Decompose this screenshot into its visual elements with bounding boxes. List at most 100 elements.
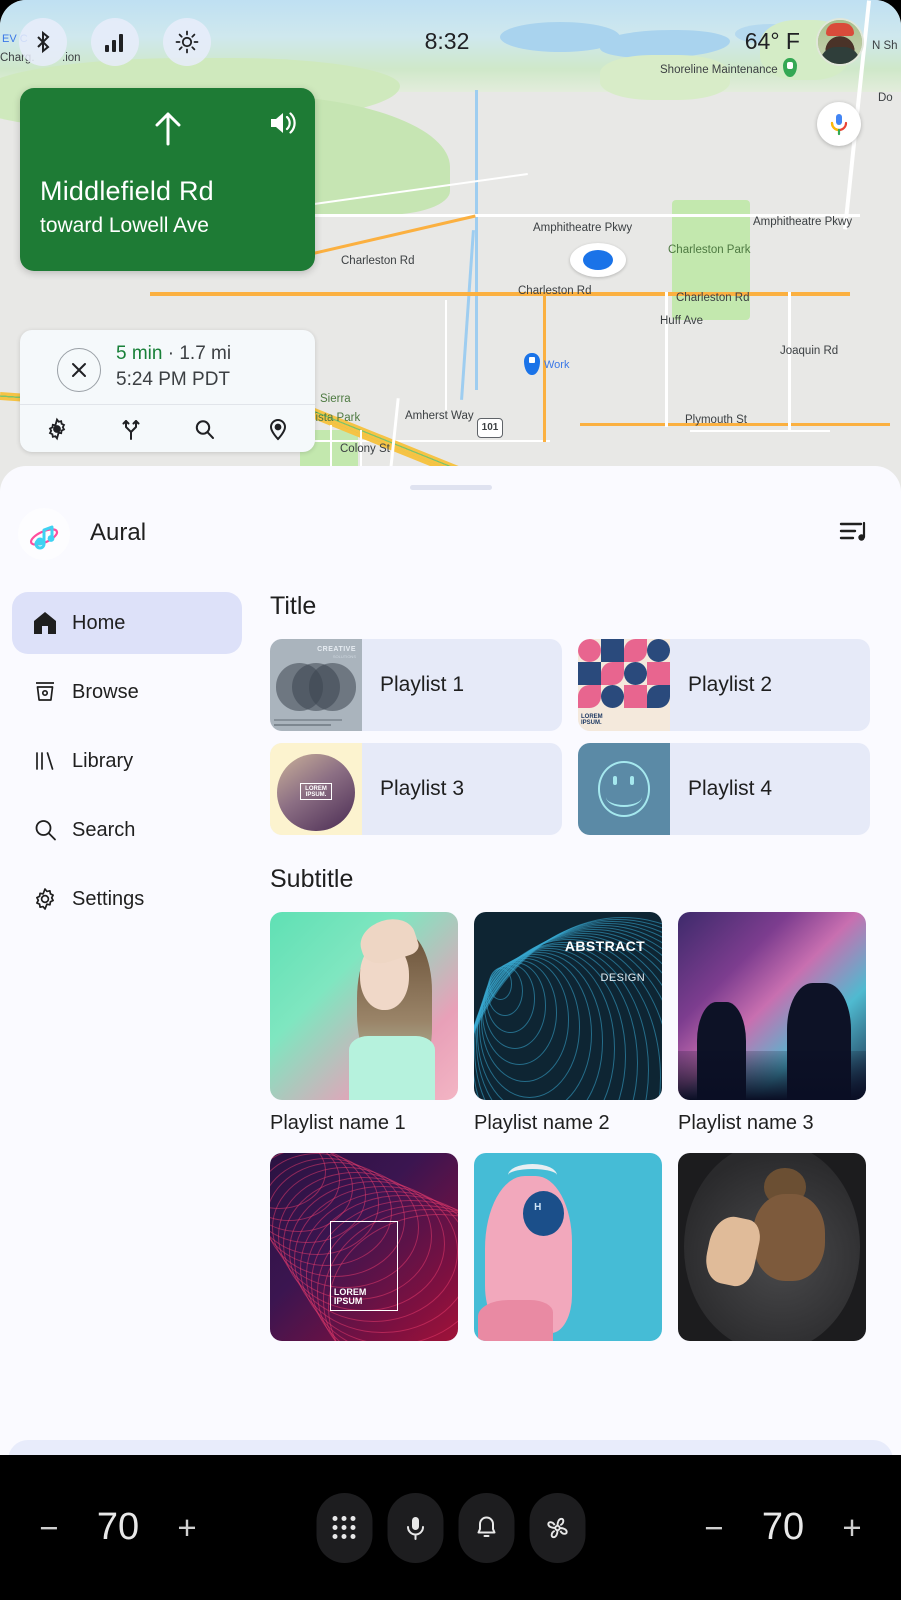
trip-separator: ·	[162, 343, 180, 364]
playlist-tile-artwork	[678, 1153, 866, 1341]
map-highway-shield: 101	[477, 418, 503, 438]
playlist-tile[interactable]: ABSTRACT DESIGN Playlist name 2	[474, 912, 662, 1135]
playlist-card[interactable]: Playlist 4	[578, 743, 870, 835]
search-icon[interactable]	[168, 405, 242, 452]
map-label: Amphitheatre Pkwy	[533, 222, 633, 234]
app-header: Aural	[0, 508, 901, 574]
sidebar-item-library[interactable]: Library	[12, 730, 242, 792]
playlist-tile-label: Playlist name 2	[474, 1112, 610, 1134]
app-content: Title CREATIVE SOLUTIONS Playlist 1 LOREM IP…	[270, 592, 890, 1341]
section-title: Title	[270, 592, 317, 620]
avatar[interactable]	[816, 18, 864, 66]
nav-toward-text: toward Lowell Ave	[40, 214, 209, 237]
fan-icon[interactable]	[529, 1492, 585, 1563]
playlist-artwork: LOREM IPSUM	[270, 1153, 458, 1341]
playlist-card[interactable]: CREATIVE SOLUTIONS Playlist 1	[270, 639, 562, 731]
system-center-buttons	[316, 1492, 585, 1563]
sidebar-item-label: Library	[72, 749, 134, 772]
sidebar-item-search[interactable]: Search	[12, 799, 242, 861]
current-location-indicator	[570, 243, 626, 277]
trip-distance: 1.7 mi	[179, 343, 232, 364]
map-label: Plymouth St	[685, 414, 747, 426]
playlist-artwork: H	[474, 1153, 662, 1341]
status-clock: 8:32	[424, 28, 470, 54]
map-label: Amphitheatre Pkwy	[753, 216, 853, 228]
playlist-tile[interactable]: Playlist name 1	[270, 912, 458, 1135]
map-label: Joaquin Rd	[780, 345, 839, 357]
map-creek	[475, 90, 478, 390]
panel-drag-handle[interactable]	[409, 485, 492, 490]
left-volume-value: 70	[96, 1506, 140, 1548]
map-label: Vista Park	[308, 412, 361, 424]
map-label: Amherst Way	[405, 410, 474, 422]
playlist-card-label: Playlist 3	[380, 777, 465, 800]
volume-on-icon[interactable]	[269, 110, 297, 141]
bluetooth-icon[interactable]	[19, 18, 67, 66]
playlist-artwork	[678, 1153, 866, 1341]
playlist-card[interactable]: LOREM IPSUM. Playlist 2	[578, 639, 870, 731]
right-volume-control: − 70 +	[691, 1506, 875, 1549]
playlist-card-label: Playlist 2	[688, 673, 773, 696]
playlist-tile[interactable]: LOREM IPSUM	[270, 1153, 458, 1341]
left-volume-increase-button[interactable]: +	[164, 1509, 210, 1547]
playlist-tile-artwork	[270, 912, 458, 1100]
microphone-icon[interactable]	[387, 1492, 443, 1563]
sidebar-item-label: Search	[72, 818, 136, 841]
apps-grid-icon[interactable]	[316, 1492, 372, 1563]
playlist-artwork: ABSTRACT DESIGN	[474, 912, 662, 1100]
trip-eta: 5 min · 1.7 mi	[116, 343, 231, 365]
playlist-tile[interactable]: Playlist name 3	[678, 912, 866, 1135]
music-note-logo-icon	[18, 508, 70, 560]
signal-bars-icon[interactable]	[91, 18, 139, 66]
trip-action-bar	[20, 404, 315, 452]
location-pin-icon[interactable]	[241, 405, 315, 452]
brightness-icon[interactable]	[163, 18, 211, 66]
map-label: Charleston Park	[668, 244, 751, 256]
sidebar-item-label: Home	[72, 611, 126, 634]
playlist-artwork	[678, 912, 866, 1100]
navigation-instruction-card[interactable]: Middlefield Rd toward Lowell Ave	[20, 88, 315, 271]
playlist-artwork: CREATIVE SOLUTIONS	[270, 639, 362, 731]
status-temperature: 64° F	[744, 28, 800, 54]
trip-arrival-time: 5:24 PM PDT	[116, 369, 231, 390]
settings-icon[interactable]	[20, 405, 94, 452]
right-volume-decrease-button[interactable]: −	[691, 1509, 737, 1547]
close-icon[interactable]	[57, 348, 101, 392]
routes-icon[interactable]	[94, 405, 168, 452]
playlist-thumbnail: LOREM IPSUM.	[578, 639, 670, 731]
playlist-artwork: LOREM IPSUM.	[578, 639, 670, 731]
map-label: Work	[544, 359, 570, 371]
playlist-artwork	[270, 912, 458, 1100]
left-volume-control: − 70 +	[26, 1506, 210, 1549]
playlist-thumbnail: CREATIVE SOLUTIONS	[270, 639, 362, 731]
playlist-artwork: LOREM IPSUM.	[270, 743, 362, 835]
search-icon	[32, 817, 66, 843]
right-volume-increase-button[interactable]: +	[829, 1509, 875, 1547]
map-road-huff	[665, 292, 668, 427]
playlist-tile-label: Playlist name 3	[678, 1112, 814, 1134]
playlist-card-grid: CREATIVE SOLUTIONS Playlist 1 LOREM IPSUM. Pl…	[270, 639, 890, 835]
playlist-artwork	[578, 743, 670, 835]
playlist-card[interactable]: LOREM IPSUM. Playlist 3	[270, 743, 562, 835]
playlist-tile-artwork	[678, 912, 866, 1100]
queue-music-icon[interactable]	[839, 518, 869, 551]
music-app-panel: Aural Home Browse Library Search Settings Ti…	[0, 466, 901, 1455]
sidebar-item-label: Settings	[72, 887, 145, 910]
playlist-tile[interactable]	[678, 1153, 866, 1341]
nav-street-name: Middlefield Rd	[40, 176, 214, 206]
car-infotainment-screen: 101 Shoreline Maintenance Amphitheatre Pk…	[0, 0, 901, 1600]
sidebar-item-home[interactable]: Home	[12, 592, 242, 654]
sidebar-item-settings[interactable]: Settings	[12, 868, 242, 930]
bell-icon[interactable]	[458, 1492, 514, 1563]
playlist-tile[interactable]: H	[474, 1153, 662, 1341]
trip-summary-card[interactable]: 5 min · 1.7 mi 5:24 PM PDT	[20, 330, 315, 452]
map-road-joaquin	[788, 292, 791, 432]
status-bar: 8:32 64° F	[0, 0, 901, 86]
left-volume-decrease-button[interactable]: −	[26, 1509, 72, 1547]
map-label: Do	[878, 92, 893, 104]
map-label: Huff Ave	[660, 315, 704, 327]
assistant-mic-icon[interactable]	[817, 102, 861, 146]
playlist-tile-artwork: LOREM IPSUM	[270, 1153, 458, 1341]
system-bottom-bar: − 70 + − 70 +	[0, 1455, 901, 1600]
sidebar-item-browse[interactable]: Browse	[12, 661, 242, 723]
